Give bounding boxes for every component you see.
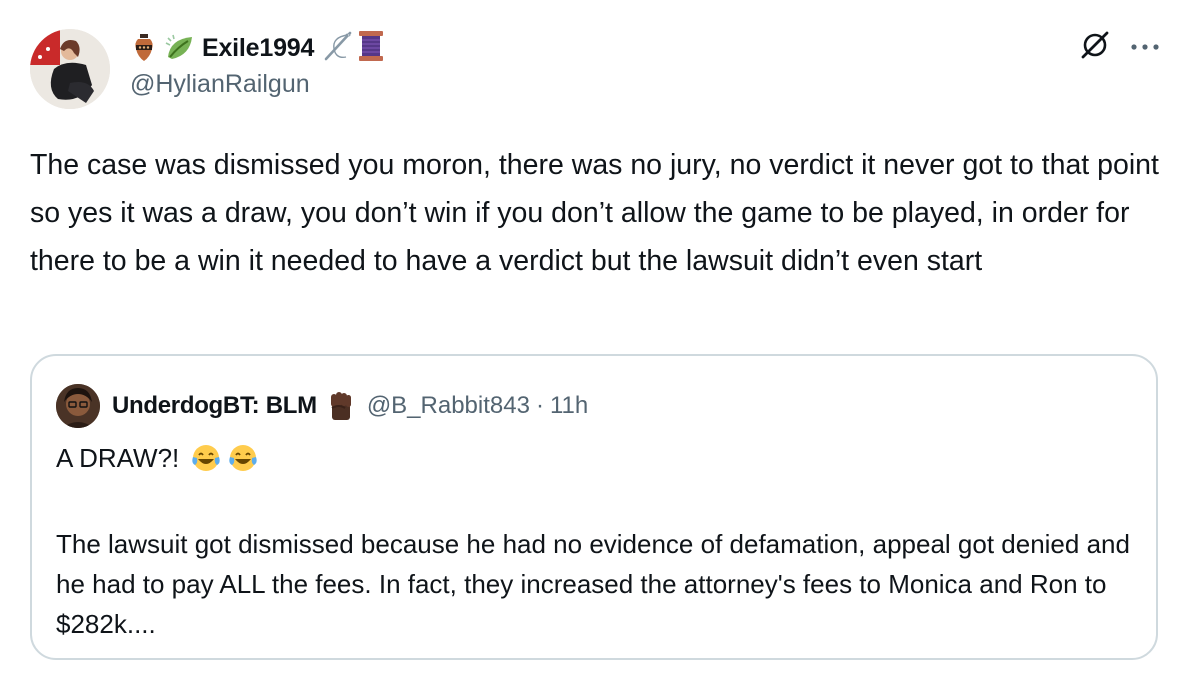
author-avatar[interactable]: [30, 29, 110, 109]
leaf-icon: [164, 33, 196, 63]
paragraph-break: [56, 484, 1136, 524]
post-text: The case was dismissed you moron, there …: [30, 149, 1159, 277]
tears-of-joy-icon: [228, 443, 258, 484]
quoted-post-header: UnderdogBT: BLM @B_Rabbit843 · 11h: [56, 384, 588, 428]
quoted-post-card[interactable]: UnderdogBT: BLM @B_Rabbit843 · 11h A DRA…: [30, 354, 1158, 660]
author-handle[interactable]: @HylianRailgun: [130, 70, 386, 99]
tears-of-joy-icon: [191, 443, 221, 484]
meta-separator: ·: [535, 392, 544, 419]
grok-icon[interactable]: [1080, 30, 1110, 65]
quoted-post-body: A DRAW?! The lawsuit got dismissed becau…: [56, 438, 1136, 644]
amphora-icon: [130, 33, 158, 63]
raised-fist-icon: [325, 388, 357, 425]
thread-spool-icon: [356, 29, 386, 68]
quoted-author-name[interactable]: UnderdogBT: BLM: [112, 392, 317, 420]
more-icon[interactable]: [1130, 39, 1160, 57]
author-display-name[interactable]: Exile1994: [202, 34, 314, 63]
post-actions: [1080, 30, 1160, 65]
author-avatar-image: [30, 29, 110, 109]
needle-icon: [322, 29, 356, 68]
post-author-header: Exile1994 @HylianRailgun: [130, 30, 386, 99]
quoted-post-time[interactable]: 11h: [550, 392, 588, 420]
quoted-author-avatar[interactable]: [56, 384, 100, 428]
quoted-post-exclaim: A DRAW?!: [56, 443, 180, 473]
quoted-post-text: The lawsuit got dismissed because he had…: [56, 529, 1130, 639]
author-name-row[interactable]: Exile1994: [130, 30, 386, 66]
quoted-author-handle[interactable]: @B_Rabbit843: [367, 392, 530, 420]
quoted-post-first-line: A DRAW?!: [56, 438, 1136, 484]
author-name-emojis: [322, 29, 386, 68]
